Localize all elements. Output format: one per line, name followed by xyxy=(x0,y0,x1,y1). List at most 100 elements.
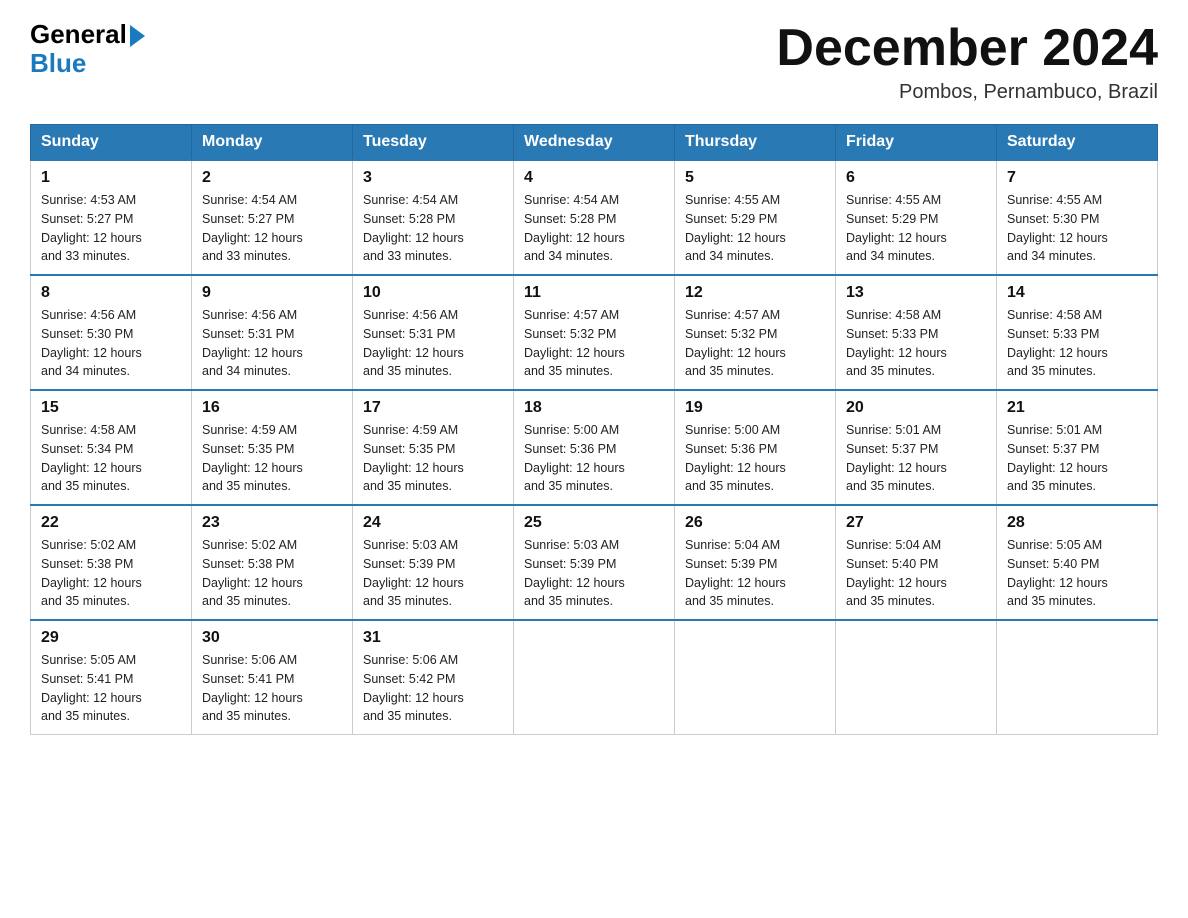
day-info: Sunrise: 4:58 AMSunset: 5:33 PMDaylight:… xyxy=(1007,306,1147,381)
day-info: Sunrise: 4:59 AMSunset: 5:35 PMDaylight:… xyxy=(363,421,503,496)
day-info: Sunrise: 5:05 AMSunset: 5:40 PMDaylight:… xyxy=(1007,536,1147,611)
week-row-3: 15 Sunrise: 4:58 AMSunset: 5:34 PMDayligh… xyxy=(31,390,1158,505)
calendar-cell: 14 Sunrise: 4:58 AMSunset: 5:33 PMDayligh… xyxy=(997,275,1158,390)
calendar-cell: 8Sunrise: 4:56 AMSunset: 5:30 PMDaylight… xyxy=(31,275,192,390)
calendar-cell: 27 Sunrise: 5:04 AMSunset: 5:40 PMDayligh… xyxy=(836,505,997,620)
calendar-cell: 12 Sunrise: 4:57 AMSunset: 5:32 PMDayligh… xyxy=(675,275,836,390)
calendar-cell: 3 Sunrise: 4:54 AMSunset: 5:28 PMDaylight… xyxy=(353,160,514,275)
day-info: Sunrise: 4:54 AMSunset: 5:28 PMDaylight:… xyxy=(524,191,664,266)
logo-arrow-icon xyxy=(130,25,145,47)
day-info: Sunrise: 5:02 AMSunset: 5:38 PMDaylight:… xyxy=(202,536,342,611)
calendar-cell: 10Sunrise: 4:56 AMSunset: 5:31 PMDayligh… xyxy=(353,275,514,390)
day-info: Sunrise: 4:55 AMSunset: 5:29 PMDaylight:… xyxy=(846,191,986,266)
day-info: Sunrise: 5:04 AMSunset: 5:40 PMDaylight:… xyxy=(846,536,986,611)
day-info: Sunrise: 4:54 AMSunset: 5:27 PMDaylight:… xyxy=(202,191,342,266)
calendar-cell: 20Sunrise: 5:01 AMSunset: 5:37 PMDayligh… xyxy=(836,390,997,505)
day-info: Sunrise: 4:57 AMSunset: 5:32 PMDaylight:… xyxy=(524,306,664,381)
col-header-tuesday: Tuesday xyxy=(353,125,514,161)
day-number: 25 xyxy=(524,514,664,532)
day-info: Sunrise: 4:55 AMSunset: 5:30 PMDaylight:… xyxy=(1007,191,1147,266)
day-info: Sunrise: 5:03 AMSunset: 5:39 PMDaylight:… xyxy=(524,536,664,611)
day-number: 31 xyxy=(363,629,503,647)
calendar-cell: 28 Sunrise: 5:05 AMSunset: 5:40 PMDayligh… xyxy=(997,505,1158,620)
day-number: 29 xyxy=(41,629,181,647)
day-number: 22 xyxy=(41,514,181,532)
calendar-cell: 18 Sunrise: 5:00 AMSunset: 5:36 PMDayligh… xyxy=(514,390,675,505)
day-number: 19 xyxy=(685,399,825,417)
day-info: Sunrise: 5:02 AMSunset: 5:38 PMDaylight:… xyxy=(41,536,181,611)
day-info: Sunrise: 5:01 AMSunset: 5:37 PMDaylight:… xyxy=(1007,421,1147,496)
logo-blue: Blue xyxy=(30,49,86,78)
day-number: 27 xyxy=(846,514,986,532)
col-header-wednesday: Wednesday xyxy=(514,125,675,161)
day-info: Sunrise: 5:04 AMSunset: 5:39 PMDaylight:… xyxy=(685,536,825,611)
calendar-cell: 2 Sunrise: 4:54 AMSunset: 5:27 PMDaylight… xyxy=(192,160,353,275)
day-info: Sunrise: 4:58 AMSunset: 5:33 PMDaylight:… xyxy=(846,306,986,381)
day-info: Sunrise: 5:06 AMSunset: 5:42 PMDaylight:… xyxy=(363,651,503,726)
day-number: 18 xyxy=(524,399,664,417)
day-number: 11 xyxy=(524,284,664,302)
week-row-4: 22 Sunrise: 5:02 AMSunset: 5:38 PMDayligh… xyxy=(31,505,1158,620)
calendar-cell: 13 Sunrise: 4:58 AMSunset: 5:33 PMDayligh… xyxy=(836,275,997,390)
day-info: Sunrise: 4:56 AMSunset: 5:31 PMDaylight:… xyxy=(363,306,503,381)
col-header-sunday: Sunday xyxy=(31,125,192,161)
day-number: 30 xyxy=(202,629,342,647)
day-number: 16 xyxy=(202,399,342,417)
day-number: 2 xyxy=(202,169,342,187)
week-row-5: 29 Sunrise: 5:05 AMSunset: 5:41 PMDayligh… xyxy=(31,620,1158,735)
day-number: 24 xyxy=(363,514,503,532)
col-header-thursday: Thursday xyxy=(675,125,836,161)
day-number: 13 xyxy=(846,284,986,302)
col-header-saturday: Saturday xyxy=(997,125,1158,161)
week-row-2: 8Sunrise: 4:56 AMSunset: 5:30 PMDaylight… xyxy=(31,275,1158,390)
day-info: Sunrise: 5:00 AMSunset: 5:36 PMDaylight:… xyxy=(524,421,664,496)
calendar-cell: 22 Sunrise: 5:02 AMSunset: 5:38 PMDayligh… xyxy=(31,505,192,620)
day-number: 9 xyxy=(202,284,342,302)
day-number: 17 xyxy=(363,399,503,417)
calendar-cell: 25 Sunrise: 5:03 AMSunset: 5:39 PMDayligh… xyxy=(514,505,675,620)
calendar-cell: 9 Sunrise: 4:56 AMSunset: 5:31 PMDaylight… xyxy=(192,275,353,390)
day-info: Sunrise: 4:54 AMSunset: 5:28 PMDaylight:… xyxy=(363,191,503,266)
day-number: 1 xyxy=(41,169,181,187)
day-info: Sunrise: 4:56 AMSunset: 5:31 PMDaylight:… xyxy=(202,306,342,381)
day-number: 28 xyxy=(1007,514,1147,532)
day-info: Sunrise: 5:05 AMSunset: 5:41 PMDaylight:… xyxy=(41,651,181,726)
calendar-cell xyxy=(836,620,997,735)
calendar-cell: 7 Sunrise: 4:55 AMSunset: 5:30 PMDaylight… xyxy=(997,160,1158,275)
day-number: 23 xyxy=(202,514,342,532)
calendar-cell: 1 Sunrise: 4:53 AMSunset: 5:27 PMDaylight… xyxy=(31,160,192,275)
calendar-cell: 26 Sunrise: 5:04 AMSunset: 5:39 PMDayligh… xyxy=(675,505,836,620)
month-title: December 2024 xyxy=(776,20,1158,77)
calendar-cell: 30 Sunrise: 5:06 AMSunset: 5:41 PMDayligh… xyxy=(192,620,353,735)
day-number: 7 xyxy=(1007,169,1147,187)
calendar-cell: 31 Sunrise: 5:06 AMSunset: 5:42 PMDayligh… xyxy=(353,620,514,735)
calendar-cell: 6 Sunrise: 4:55 AMSunset: 5:29 PMDaylight… xyxy=(836,160,997,275)
day-number: 15 xyxy=(41,399,181,417)
logo-general: General xyxy=(30,19,127,49)
day-info: Sunrise: 4:55 AMSunset: 5:29 PMDaylight:… xyxy=(685,191,825,266)
day-number: 6 xyxy=(846,169,986,187)
day-number: 12 xyxy=(685,284,825,302)
page-header: General Blue December 2024 Pombos, Perna… xyxy=(30,20,1158,104)
calendar-cell xyxy=(675,620,836,735)
day-info: Sunrise: 4:58 AMSunset: 5:34 PMDaylight:… xyxy=(41,421,181,496)
day-info: Sunrise: 4:53 AMSunset: 5:27 PMDaylight:… xyxy=(41,191,181,266)
title-block: December 2024 Pombos, Pernambuco, Brazil xyxy=(776,20,1158,104)
day-info: Sunrise: 5:03 AMSunset: 5:39 PMDaylight:… xyxy=(363,536,503,611)
day-info: Sunrise: 4:59 AMSunset: 5:35 PMDaylight:… xyxy=(202,421,342,496)
day-number: 21 xyxy=(1007,399,1147,417)
logo: General Blue xyxy=(30,20,145,77)
day-info: Sunrise: 4:56 AMSunset: 5:30 PMDaylight:… xyxy=(41,306,181,381)
day-number: 14 xyxy=(1007,284,1147,302)
day-number: 3 xyxy=(363,169,503,187)
week-row-1: 1 Sunrise: 4:53 AMSunset: 5:27 PMDaylight… xyxy=(31,160,1158,275)
calendar-cell: 16 Sunrise: 4:59 AMSunset: 5:35 PMDayligh… xyxy=(192,390,353,505)
day-number: 20 xyxy=(846,399,986,417)
day-info: Sunrise: 5:00 AMSunset: 5:36 PMDaylight:… xyxy=(685,421,825,496)
location: Pombos, Pernambuco, Brazil xyxy=(776,81,1158,104)
col-header-monday: Monday xyxy=(192,125,353,161)
day-info: Sunrise: 4:57 AMSunset: 5:32 PMDaylight:… xyxy=(685,306,825,381)
day-info: Sunrise: 5:06 AMSunset: 5:41 PMDaylight:… xyxy=(202,651,342,726)
calendar-cell: 4Sunrise: 4:54 AMSunset: 5:28 PMDaylight… xyxy=(514,160,675,275)
day-number: 26 xyxy=(685,514,825,532)
